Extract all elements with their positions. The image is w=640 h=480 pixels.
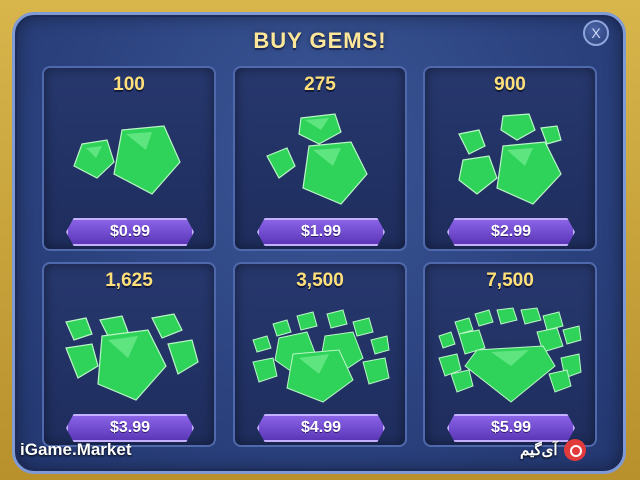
dialog-title: BUY GEMS!: [253, 28, 387, 53]
gem-offer-card-5[interactable]: 3,500 $4.99: [233, 262, 407, 447]
gem-offer-card-1[interactable]: 100 $0.99: [42, 66, 216, 251]
gem-offer-card-3[interactable]: 900 $2.99: [423, 66, 597, 251]
price-button[interactable]: $2.99: [447, 218, 575, 246]
gem-heap-large-icon: [438, 307, 582, 403]
watermark-logo: آی‌گیم: [520, 438, 586, 462]
price-button[interactable]: $3.99: [66, 414, 194, 442]
gem-amount: 7,500: [486, 270, 534, 291]
price-button[interactable]: $0.99: [66, 218, 194, 246]
brand-logo-icon: [563, 439, 586, 461]
gem-amount: 1,625: [105, 270, 153, 291]
price-button[interactable]: $1.99: [257, 218, 385, 246]
gem-heap-icon: [252, 309, 390, 403]
gem-amount: 3,500: [296, 270, 344, 291]
gem-amount: 275: [304, 74, 336, 95]
gem-offer-card-6[interactable]: 7,500 $5.99: [423, 262, 597, 447]
gem-pile-icon: [458, 113, 562, 205]
gem-offer-card-4[interactable]: 1,625 $3.99: [42, 262, 216, 447]
close-button[interactable]: X: [583, 20, 609, 46]
gem-amount: 900: [494, 74, 526, 95]
watermark-text: iGame.Market: [20, 440, 132, 459]
gem-pile-icon: [266, 113, 368, 205]
gem-offer-card-2[interactable]: 275 $1.99: [233, 66, 407, 251]
price-button[interactable]: $4.99: [257, 414, 385, 442]
gem-icon: [73, 125, 181, 195]
gem-pile-large-icon: [65, 313, 199, 401]
gem-amount: 100: [113, 74, 145, 95]
watermark-logo-text: آی‌گیم: [520, 442, 558, 459]
gem-pile-small-icon: [73, 125, 181, 195]
